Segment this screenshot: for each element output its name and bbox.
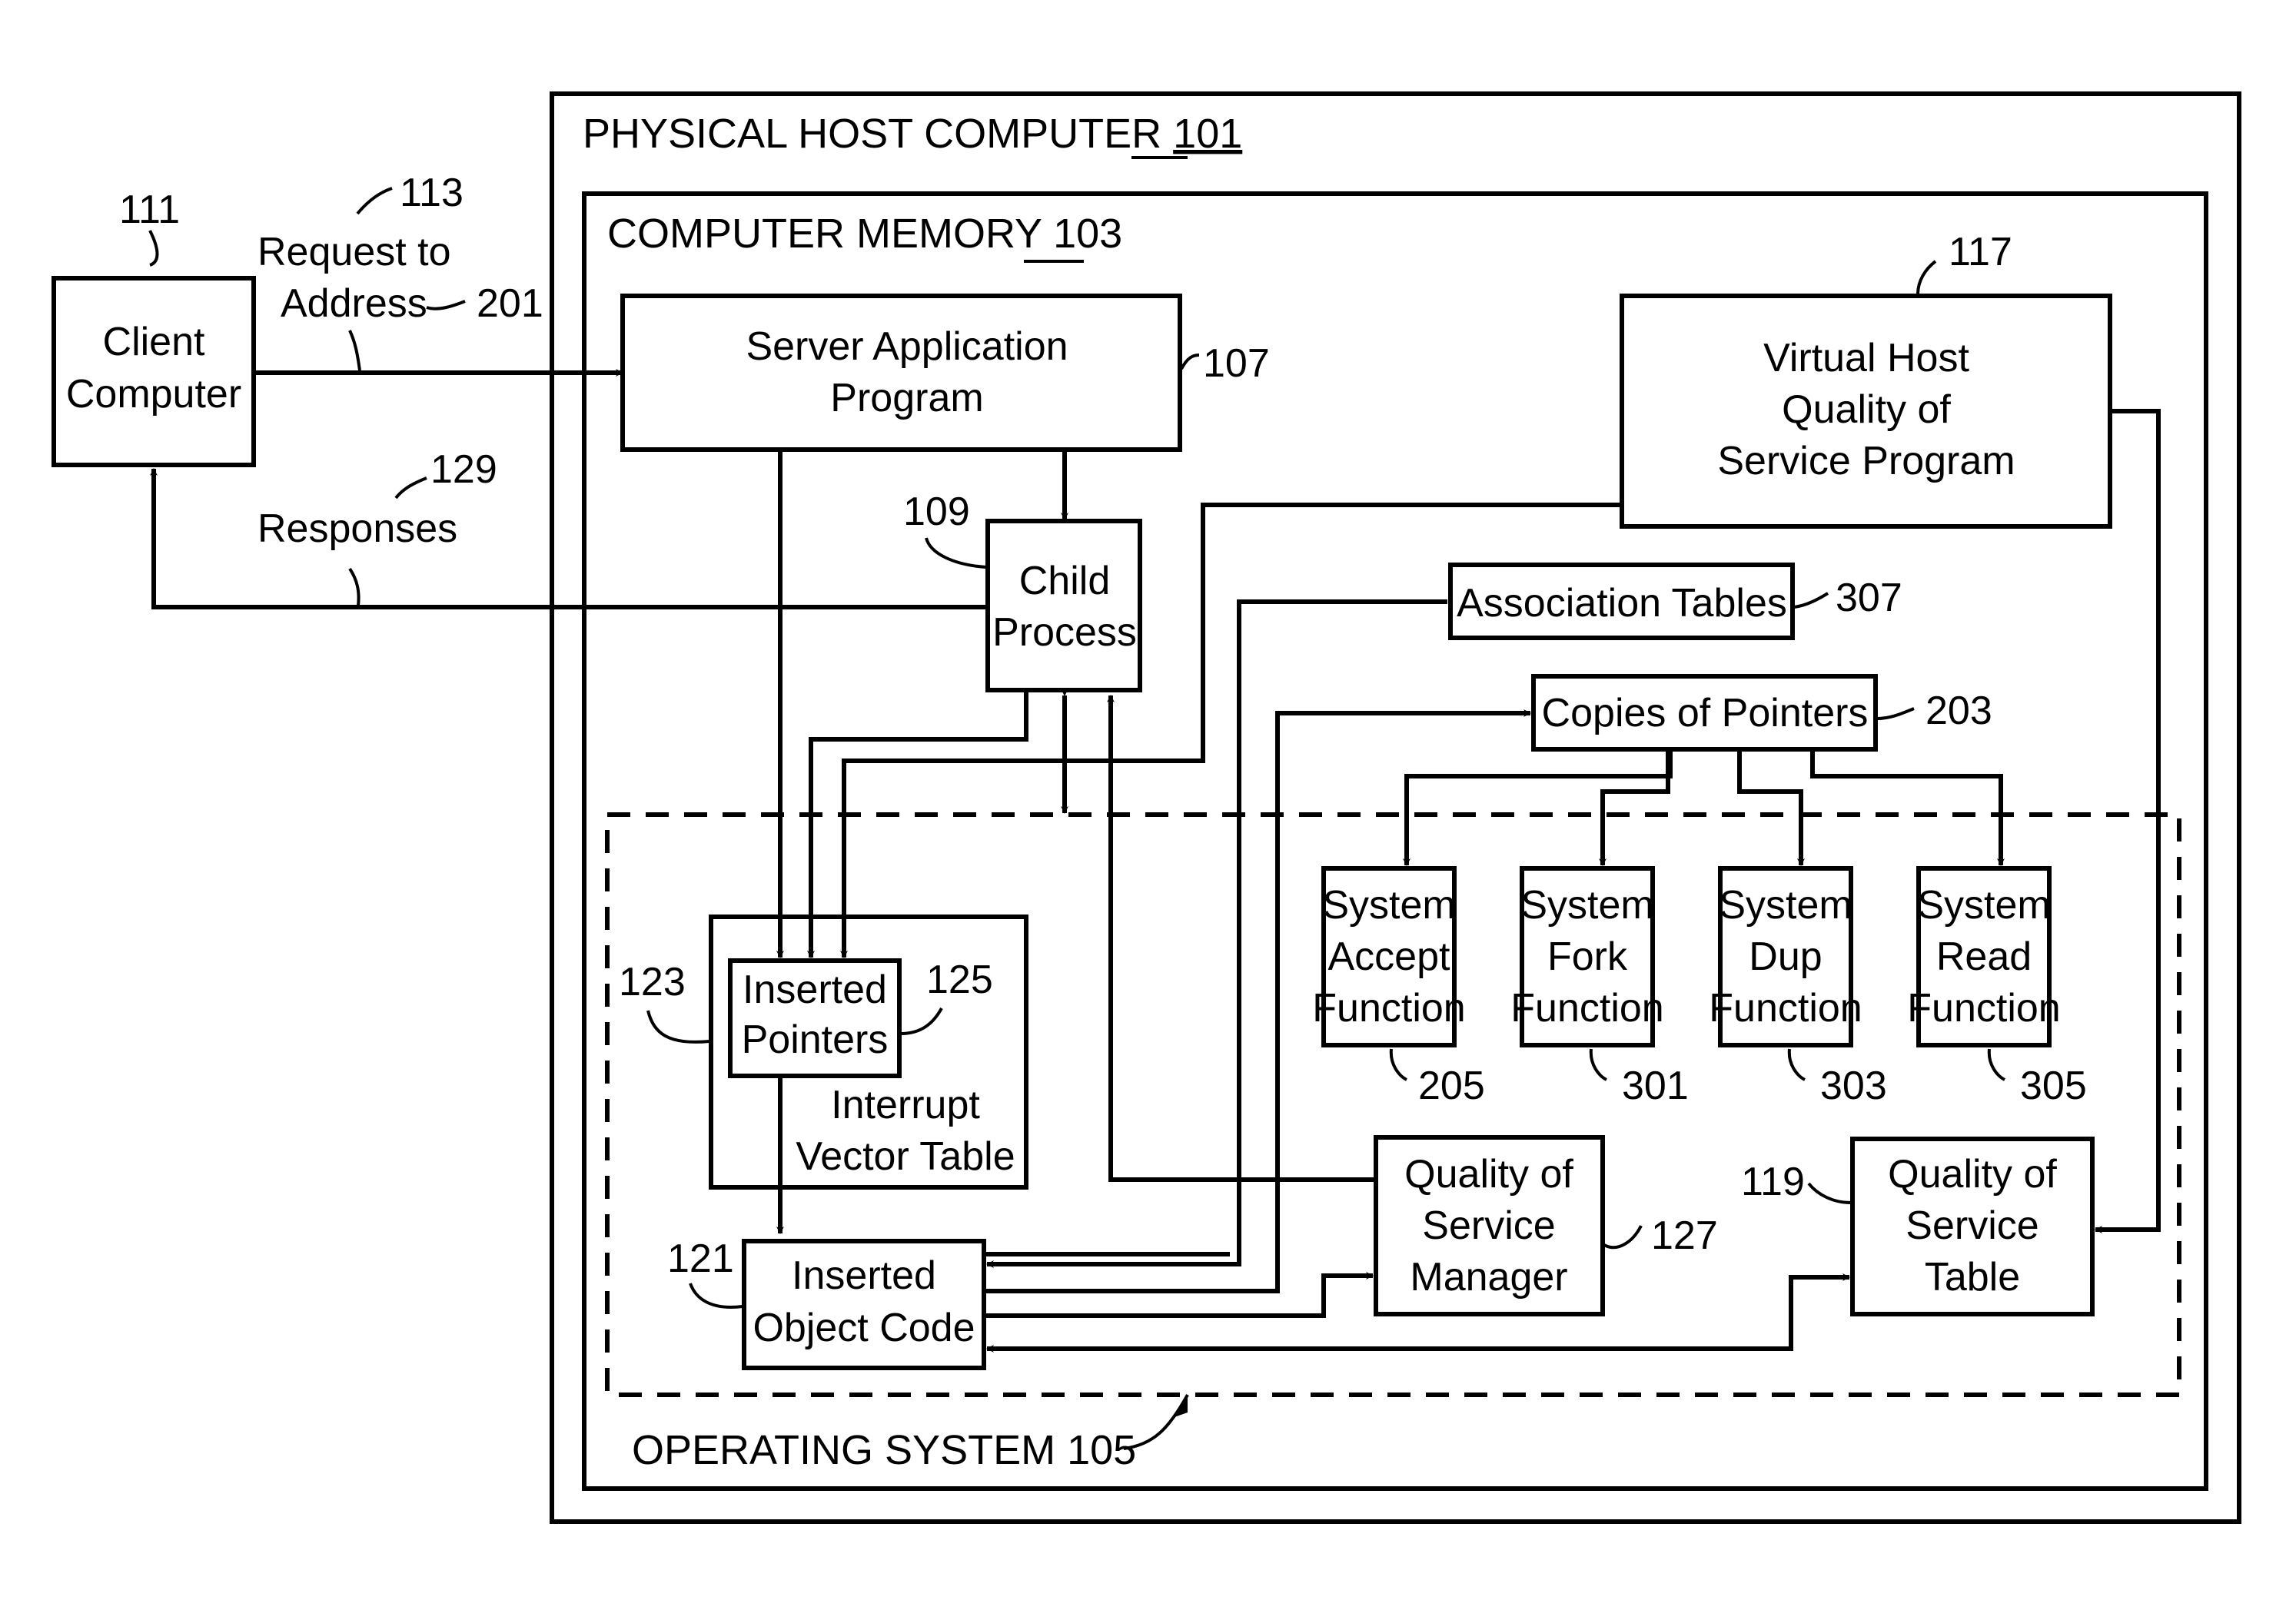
svg-text:System: System	[1719, 883, 1852, 928]
qos-manager-box: Quality of Service Manager	[1374, 1135, 1605, 1316]
svg-text:Pointers: Pointers	[742, 1017, 889, 1062]
leader-201	[426, 300, 466, 310]
svg-text:Quality of: Quality of	[1404, 1152, 1573, 1197]
svg-text:Function: Function	[1709, 986, 1862, 1031]
svg-text:Quality of: Quality of	[1782, 387, 1951, 432]
qos-table-box: Quality of Service Table	[1850, 1137, 2095, 1316]
svg-text:Program: Program	[830, 376, 983, 420]
copies-to-dup-arrow	[1737, 752, 1805, 866]
inserted-pointers-box: Inserted Pointers	[728, 958, 902, 1078]
svg-text:Inserted: Inserted	[792, 1253, 936, 1298]
leader-203	[1876, 707, 1915, 720]
patent-diagram: marker path{} PHYSICAL HOST COMPUTER 101…	[52, 91, 2241, 1524]
ref-201: 201	[477, 281, 543, 326]
svg-text:Client: Client	[103, 320, 205, 364]
copies-to-accept-arrow	[1403, 752, 1673, 866]
ref-107: 107	[1203, 341, 1270, 386]
physical-host-label: PHYSICAL HOST COMPUTER 101	[583, 111, 1242, 157]
svg-text:Virtual Host: Virtual Host	[1763, 336, 1969, 380]
copies-to-read-arrow	[1810, 752, 2005, 866]
system-dup-function-box: System Dup Function	[1709, 866, 1862, 1047]
ref-203: 203	[1926, 689, 1992, 733]
system-fork-function-box: System Fork Function	[1510, 866, 1664, 1047]
leader-111	[148, 230, 159, 267]
leader-117	[1916, 260, 1937, 295]
ref-303: 303	[1820, 1064, 1887, 1108]
request-label-line2: Address	[281, 281, 427, 326]
ref-117: 117	[1949, 230, 2012, 274]
operating-system-label: OPERATING SYSTEM 105	[632, 1427, 1136, 1473]
leader-107	[1180, 354, 1200, 370]
svg-text:Child: Child	[1019, 559, 1111, 603]
svg-text:Dup: Dup	[1749, 934, 1822, 979]
vhqos-to-qos-table-arrow	[2095, 409, 2161, 1233]
svg-text:Manager: Manager	[1410, 1255, 1567, 1300]
svg-text:Inserted: Inserted	[743, 968, 887, 1012]
object-code-to-qos-manager-arrow	[984, 1272, 1374, 1318]
ref-113: 113	[400, 171, 464, 215]
svg-text:Process: Process	[992, 610, 1137, 655]
ref-205: 205	[1418, 1064, 1485, 1108]
svg-text:Association Tables: Association Tables	[1457, 581, 1787, 626]
ref-121: 121	[667, 1237, 734, 1281]
ref-119: 119	[1741, 1160, 1805, 1204]
leader-109	[925, 537, 987, 569]
svg-text:Read: Read	[1936, 934, 2032, 979]
virtual-host-qos-box: Virtual Host Quality of Service Program	[1620, 294, 2112, 529]
ref-307: 307	[1836, 576, 1902, 620]
svg-text:Function: Function	[1907, 986, 2060, 1031]
leader-responses-arrow	[348, 567, 361, 606]
association-tables-box: Association Tables	[1448, 563, 1795, 640]
svg-text:Service Program: Service Program	[1717, 439, 2015, 483]
svg-text:Service: Service	[1906, 1203, 2038, 1248]
leader-request-arrow	[348, 330, 361, 371]
svg-text:Computer: Computer	[66, 372, 241, 417]
svg-text:Function: Function	[1510, 986, 1663, 1031]
svg-text:System: System	[1322, 883, 1455, 928]
leader-307	[1793, 592, 1829, 609]
svg-text:Interrupt: Interrupt	[831, 1083, 980, 1127]
copies-of-pointers-box: Copies of Pointers	[1531, 674, 1878, 752]
ref-305: 305	[2020, 1064, 2087, 1108]
svg-text:System: System	[1917, 883, 2050, 928]
system-accept-function-box: System Accept Function	[1312, 866, 1466, 1047]
svg-text:Quality of: Quality of	[1888, 1152, 2057, 1197]
leader-129	[394, 476, 427, 500]
svg-text:Server Application: Server Application	[746, 324, 1068, 369]
ref-109: 109	[903, 490, 970, 534]
child-process-box: Child Process	[985, 519, 1142, 692]
ref-111: 111	[119, 188, 180, 232]
ref-129: 129	[430, 447, 497, 492]
system-read-function-box: System Read Function	[1907, 866, 2061, 1047]
svg-text:Table: Table	[1925, 1255, 2020, 1300]
request-label-line1: Request to	[258, 230, 451, 274]
svg-text:Accept: Accept	[1328, 934, 1451, 979]
client-computer-box: Client Computer	[52, 276, 256, 467]
svg-text:Vector Table: Vector Table	[796, 1134, 1015, 1179]
responses-label: Responses	[258, 506, 457, 551]
svg-text:System: System	[1520, 883, 1653, 928]
ref-127: 127	[1651, 1213, 1718, 1258]
computer-memory-label: COMPUTER MEMORY 103	[607, 211, 1122, 257]
svg-text:Copies of Pointers: Copies of Pointers	[1542, 691, 1869, 735]
ref-301: 301	[1622, 1064, 1689, 1108]
copies-to-fork-arrow	[1599, 752, 1670, 866]
ref-125: 125	[926, 958, 993, 1002]
svg-text:Object Code: Object Code	[753, 1306, 975, 1350]
server-application-box: Server Application Program	[620, 294, 1182, 452]
svg-text:Function: Function	[1312, 986, 1465, 1031]
svg-text:Service: Service	[1422, 1203, 1555, 1248]
svg-text:Fork: Fork	[1547, 934, 1628, 979]
leader-113	[356, 187, 393, 215]
inserted-object-code-box: Inserted Object Code	[742, 1239, 986, 1370]
ref-123: 123	[619, 960, 686, 1004]
